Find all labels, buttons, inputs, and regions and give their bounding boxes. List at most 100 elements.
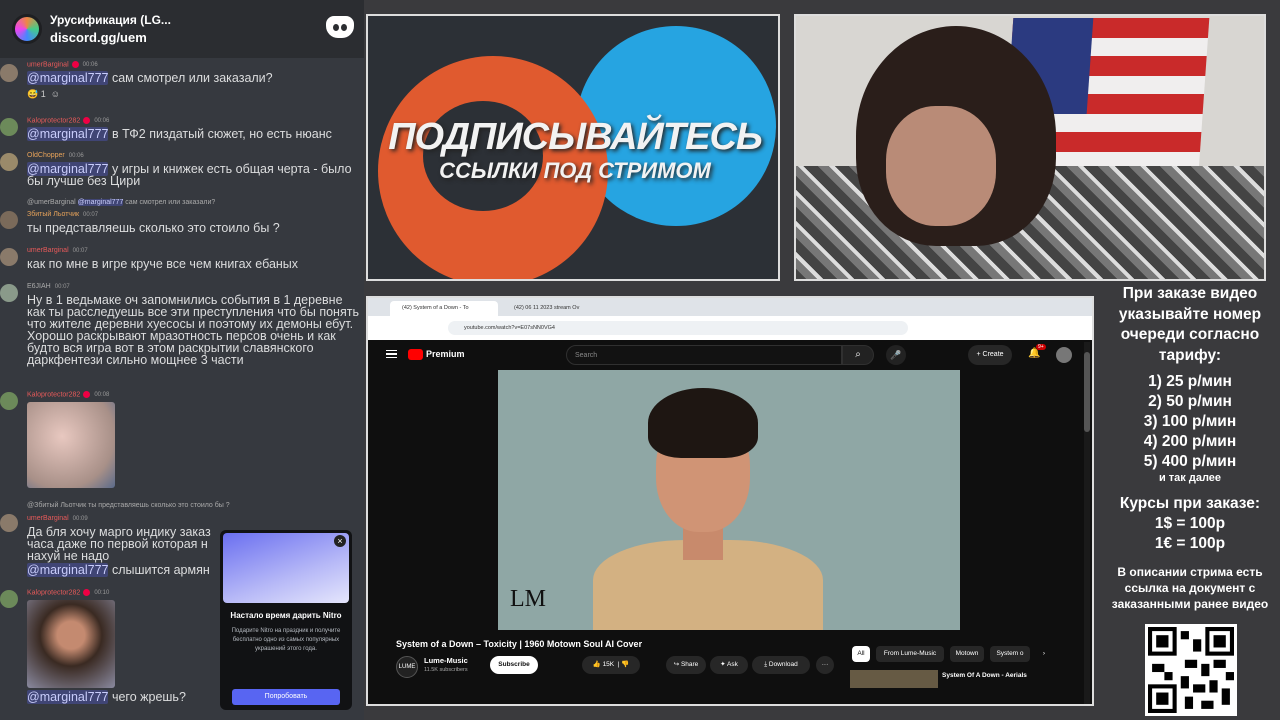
timestamp: 00:06: [82, 62, 98, 69]
streamer-face: [886, 106, 996, 226]
course-item: 1€ = 100р: [1154, 535, 1226, 552]
courses-title: Курсы при заказе:: [1119, 495, 1261, 512]
ask-button[interactable]: ✦ Ask: [710, 656, 748, 674]
attached-image[interactable]: [27, 402, 115, 488]
message-text: сам смотрел или заказали?: [111, 71, 273, 85]
banner-subtitle: ССЫЛКИ ПОД СТРИМОМ: [439, 158, 711, 183]
mic-icon[interactable]: 🎤: [886, 345, 906, 365]
tab-bar: (42) System of a Down - To (42) 06 11 20…: [368, 298, 1092, 316]
mention: @marginal777: [27, 690, 109, 704]
reply-preview[interactable]: @umerBarginal @marginal777 сам смотрел и…: [27, 199, 215, 206]
avatar: [0, 64, 18, 82]
chip-system[interactable]: System o: [990, 646, 1030, 662]
badge-icon: [83, 391, 91, 398]
youtube-logo-text[interactable]: Premium: [426, 349, 465, 359]
create-button[interactable]: + Create: [968, 345, 1012, 365]
avatar: [0, 153, 18, 171]
url-field[interactable]: youtube.com/watch?v=E07sNN0VG4: [448, 321, 908, 335]
username: Kaloprotector282: [27, 589, 81, 597]
order-title: При заказе видео указывайте номер очеред…: [1118, 285, 1262, 364]
notification-badge: 9+: [1036, 344, 1046, 350]
price-item: 4) 200 р/мин: [1143, 433, 1237, 450]
price-item: 2) 50 р/мин: [1148, 393, 1232, 410]
video-player[interactable]: LM: [498, 370, 960, 630]
nitro-promo-image: [223, 533, 349, 603]
message-text: чего жрешь?: [111, 690, 186, 704]
username: Kaloprotector282: [27, 117, 81, 125]
search-icon[interactable]: ⌕: [842, 345, 874, 365]
price-item: 3) 100 р/мин: [1143, 413, 1237, 430]
message-text: в ТФ2 пиздатый сюжет, но есть нюанс: [111, 127, 332, 141]
nitro-description: Подарите Nitro на праздник и получите бе…: [231, 628, 341, 652]
mention: @marginal777: [27, 127, 109, 141]
server-name: Урусификация (LG...: [50, 13, 171, 27]
channel-name[interactable]: Lume-Music: [424, 656, 468, 665]
timestamp: 00:07: [72, 248, 88, 254]
nitro-promo-popup: × Настало время дарить Nitro Подарите Ni…: [220, 530, 352, 710]
more-icon[interactable]: ···: [816, 656, 834, 674]
username: umerBarginal: [27, 247, 69, 254]
avatar: [0, 284, 18, 302]
course-item: 1$ = 100р: [1154, 515, 1226, 532]
subscriber-count: 11.5K subscribers: [424, 667, 468, 673]
try-nitro-button[interactable]: Попробовать: [232, 689, 340, 705]
server-invite[interactable]: discord.gg/uem: [50, 30, 171, 45]
username: umerBarginal: [27, 61, 69, 69]
timestamp: 00:07: [54, 284, 70, 290]
close-icon[interactable]: ×: [334, 535, 346, 547]
subscribe-banner: ПОДПИСЫВАЙТЕСЬ ССЫЛКИ ПОД СТРИМОМ: [366, 14, 780, 281]
stream-layout: Урусификация (LG... discord.gg/uem umerB…: [0, 0, 1280, 720]
tab-youtube[interactable]: (42) System of a Down - To: [390, 301, 498, 316]
mention: @marginal777: [27, 71, 109, 85]
subscribe-button[interactable]: Subscribe: [490, 656, 538, 674]
reply-preview[interactable]: @Збитый Льотчик ты представляешь сколько…: [27, 502, 230, 509]
channel-avatar[interactable]: LUME: [396, 656, 418, 678]
share-button[interactable]: ↪ Share: [666, 656, 706, 674]
tab-stream[interactable]: (42) 06 11 2023 stream Ov: [502, 301, 602, 316]
youtube-page: Premium Search ⌕ 🎤 + Create 🔔 9+ LM Syst…: [370, 342, 1090, 704]
timestamp: 00:09: [72, 516, 88, 522]
avatar: [0, 590, 18, 608]
server-icon[interactable]: [12, 14, 42, 44]
recommended-thumbnail[interactable]: [850, 670, 938, 688]
message-text: слышится армян: [111, 563, 210, 577]
discord-logo-icon: [326, 16, 354, 38]
message-text: Ну в 1 ведьмаке оч запомнились события в…: [27, 293, 359, 367]
avatar: [0, 118, 18, 136]
description-note: В описании стрима есть ссылка на докумен…: [1111, 565, 1269, 611]
avatar[interactable]: [1056, 347, 1072, 363]
username: E6JIAH: [27, 283, 51, 290]
search-input[interactable]: Search: [566, 345, 842, 365]
reaction[interactable]: 😅 1 ☺: [27, 89, 60, 100]
timestamp: 00:10: [94, 590, 110, 597]
like-button[interactable]: 👍 15K | 👎: [582, 656, 640, 674]
recommended-title[interactable]: System Of A Down - Aerials: [942, 672, 1027, 679]
avatar: [0, 514, 18, 532]
scrollbar[interactable]: [1084, 342, 1090, 704]
chip-all[interactable]: All: [852, 646, 870, 662]
avatar: [0, 248, 18, 266]
timestamp: 00:07: [83, 212, 99, 218]
order-info-panel: При заказе видео указывайте номер очеред…: [1100, 284, 1280, 720]
download-button[interactable]: ⤓ Download: [752, 656, 810, 674]
chip-motown[interactable]: Motown: [950, 646, 984, 662]
timestamp: 00:06: [94, 118, 110, 125]
chevron-right-icon[interactable]: ›: [1036, 646, 1052, 662]
chat-header: Урусификация (LG... discord.gg/uem: [0, 0, 364, 58]
qr-code[interactable]: [1145, 624, 1237, 716]
browser-window: (42) System of a Down - To (42) 06 11 20…: [366, 296, 1094, 706]
timestamp: 00:08: [94, 392, 110, 399]
menu-icon[interactable]: [386, 350, 397, 358]
video-title: System of a Down – Toxicity | 1960 Motow…: [396, 639, 643, 649]
mention: @marginal777: [27, 563, 109, 577]
username: Збитый Льотчик: [27, 211, 80, 218]
youtube-logo-icon[interactable]: [408, 349, 423, 360]
chip-from-channel[interactable]: From Lume-Music: [876, 646, 944, 662]
discord-chat-panel: Урусификация (LG... discord.gg/uem umerB…: [0, 0, 364, 720]
attached-image[interactable]: [27, 600, 115, 688]
username: umerBarginal: [27, 515, 69, 522]
banner-title: ПОДПИСЫВАЙТЕСЬ: [388, 116, 763, 158]
address-bar: youtube.com/watch?v=E07sNN0VG4: [368, 316, 1092, 340]
video-watermark-logo: LM: [510, 586, 546, 612]
badge-icon: [83, 589, 91, 596]
